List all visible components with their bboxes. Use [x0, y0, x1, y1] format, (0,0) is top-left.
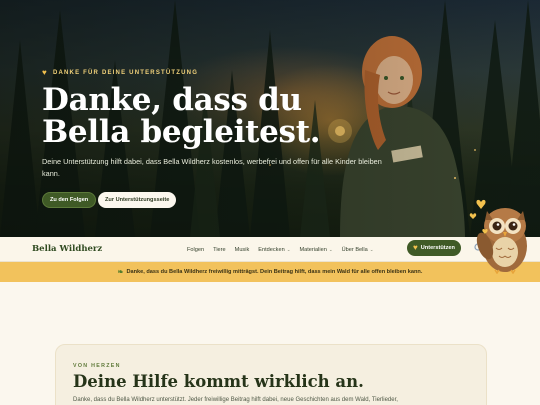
nav-item-label: Musik [234, 246, 250, 253]
chevron-down-icon: ⌄ [286, 246, 291, 252]
nav-item-entdecken[interactable]: Entdecken ⌄ [258, 247, 290, 253]
thank-you-banner: ❧ Danke, dass du Bella Wildherz freiwill… [0, 262, 540, 282]
hero-section: ♥ DANKE FÜR DEINE UNTERSTÜTZUNG Danke, d… [0, 0, 540, 237]
owl-mascot-icon [469, 199, 527, 274]
nav-item-label: Materialien [299, 246, 327, 253]
nav-item-label: Tiere [213, 246, 226, 253]
leaf-icon: ❧ [117, 269, 124, 276]
nav-item-materialien[interactable]: Materialien ⌄ [299, 247, 332, 253]
chevron-down-icon: ⌄ [328, 246, 333, 252]
episodes-button[interactable]: Zu den Folgen [42, 192, 97, 208]
nav-item-label: Entdecken [258, 246, 285, 253]
nav-item-label: Folgen [187, 246, 205, 253]
yellow-heart-icon: ♥ [42, 68, 48, 77]
hero-description: Deine Unterstützung hilft dabei, dass Be… [42, 157, 382, 178]
card-title: Deine Hilfe kommt wirklich an. [73, 372, 364, 391]
nav-item-label: Über Bella [341, 246, 368, 253]
nav-item-musik[interactable]: Musik [235, 247, 250, 253]
support-page-button[interactable]: Zur Unterstützungsseite [98, 192, 177, 208]
nav-item-folgen[interactable]: Folgen [187, 247, 204, 253]
hero-eyebrow: ♥ DANKE FÜR DEINE UNTERSTÜTZUNG [42, 69, 198, 77]
nav-item-tiere[interactable]: Tiere [213, 247, 226, 253]
card-eyebrow: VON HERZEN [73, 363, 121, 369]
chevron-down-icon: ⌄ [369, 246, 374, 252]
yellow-heart-icon: ♥ [413, 243, 418, 252]
brand-logo[interactable]: Bella Wildherz [32, 244, 102, 254]
nav-menu: Folgen Tiere Musik Entdecken ⌄ Materialie… [187, 237, 383, 262]
support-button-label: Unterstützen [420, 245, 455, 251]
card-text: Danke, dass du Bella Wildherz unterstütz… [73, 397, 398, 403]
support-button[interactable]: ♥ Unterstützen [407, 240, 461, 256]
hero-title: Danke, dass du Bella begleitest. [42, 82, 321, 150]
banner-text: Danke, dass du Bella Wildherz freiwillig… [126, 269, 423, 275]
nav-item-ueber-bella[interactable]: Über Bella ⌄ [342, 247, 374, 253]
hero-eyebrow-text: DANKE FÜR DEINE UNTERSTÜTZUNG [52, 70, 199, 76]
